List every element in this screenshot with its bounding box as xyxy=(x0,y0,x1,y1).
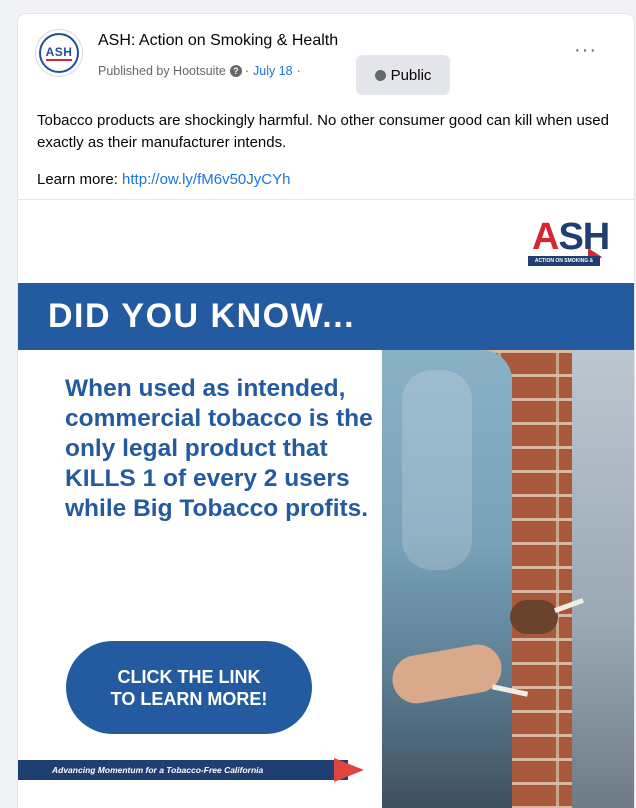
did-you-know-title: DID YOU KNOW... xyxy=(48,297,356,335)
avatar-logo-text: ASH xyxy=(45,44,73,61)
ash-logo-a: A xyxy=(532,216,559,258)
published-by-text: Published by Hootsuite xyxy=(98,64,226,78)
page-name-link[interactable]: ASH: Action on Smoking & Health xyxy=(98,32,338,50)
learn-more-prefix: Learn more: xyxy=(37,171,118,188)
post-header: ASH ASH: Action on Smoking & Health Publ… xyxy=(18,14,634,99)
more-options-icon[interactable]: ··· xyxy=(574,40,597,60)
cta-line-1: CLICK THE LINK xyxy=(117,666,261,687)
info-icon[interactable]: ? xyxy=(229,65,242,77)
hand-holding-cigarette xyxy=(510,600,558,634)
ash-logo: ASH ACTION ON SMOKING & HEALTH xyxy=(528,216,618,274)
learn-more-cta-graphic: CLICK THE LINK TO LEARN MORE! xyxy=(66,641,312,734)
post-image[interactable]: ASH ACTION ON SMOKING & HEALTH DID YOU K… xyxy=(18,199,634,808)
globe-icon xyxy=(374,69,386,81)
headline-text: When used as intended, commercial tobacc… xyxy=(65,375,373,522)
post-date-link[interactable]: July 18 xyxy=(253,64,293,78)
facebook-post-card: ASH ASH: Action on Smoking & Health Publ… xyxy=(18,14,634,808)
ash-logo-tagline: ACTION ON SMOKING & HEALTH xyxy=(528,256,600,274)
privacy-label: Public xyxy=(390,66,432,84)
cta-line-2: TO LEARN MORE! xyxy=(110,688,268,709)
person-right xyxy=(572,350,634,808)
shirt-highlight xyxy=(402,370,472,570)
post-body-text: Tobacco products are shockingly harmful.… xyxy=(37,112,609,151)
post-meta: Published by Hootsuite ? · July 18 · xyxy=(98,64,301,78)
did-you-know-banner: DID YOU KNOW... xyxy=(18,283,634,350)
learn-more-link[interactable]: http://ow.ly/fM6v50JyCYh xyxy=(122,171,290,188)
campaign-footer-bar: Advancing Momentum for a Tobacco-Free Ca… xyxy=(18,760,348,780)
person-in-blue-shirt xyxy=(382,350,512,808)
smokers-photo xyxy=(382,350,634,808)
footer-arrow-icon xyxy=(334,758,364,782)
meta-separator: · xyxy=(244,64,250,78)
avatar-ring: ASH xyxy=(39,33,79,73)
meta-separator-2: · xyxy=(296,64,301,78)
privacy-public-badge[interactable]: Public xyxy=(356,55,450,95)
info-panel: When used as intended, commercial tobacc… xyxy=(18,350,382,808)
page-avatar[interactable]: ASH xyxy=(36,30,82,76)
learn-more-line: Learn more: http://ow.ly/fM6v50JyCYh xyxy=(37,171,290,188)
